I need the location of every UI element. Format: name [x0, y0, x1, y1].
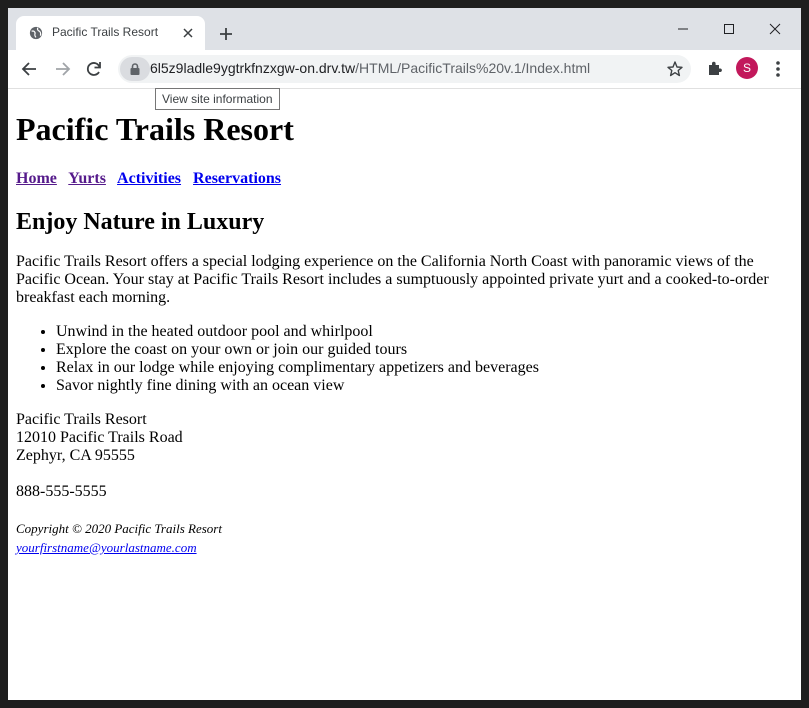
list-item: Explore the coast on your own or join ou… — [56, 341, 793, 359]
page-title: Pacific Trails Resort — [16, 111, 294, 147]
tab-strip: Pacific Trails Resort — [8, 8, 801, 50]
lock-icon — [130, 63, 140, 75]
globe-icon — [29, 26, 43, 40]
list-item: Savor nightly fine dining with an ocean … — [56, 377, 793, 395]
profile-avatar[interactable]: S — [736, 57, 758, 79]
site-nav: Home Yurts Activities Reservations — [16, 170, 793, 188]
address-bar[interactable]: 6l5z9ladle9ygtrkfnzxgw-on.drv.tw/HTML/Pa… — [118, 55, 691, 83]
email-link[interactable]: yourfirstname@yourlastname.com — [16, 540, 197, 555]
address-city: Zephyr, CA 95555 — [16, 447, 135, 464]
close-icon[interactable] — [182, 27, 194, 39]
reload-icon[interactable] — [84, 59, 104, 79]
new-tab-icon[interactable] — [217, 25, 235, 43]
nav-link-yurts[interactable]: Yurts — [68, 170, 106, 187]
url-host: 6l5z9ladle9ygtrkfnzxgw-on.drv.tw — [150, 60, 356, 76]
url-path: /HTML/PacificTrails%20v.1/Index.html — [355, 60, 591, 76]
feature-list: Unwind in the heated outdoor pool and wh… — [16, 323, 793, 395]
bookmark-star-icon[interactable] — [666, 60, 684, 78]
intro-paragraph: Pacific Trails Resort offers a special l… — [16, 253, 769, 306]
nav-link-reservations[interactable]: Reservations — [193, 170, 281, 187]
site-info-button[interactable] — [120, 57, 150, 81]
browser-tab[interactable]: Pacific Trails Resort — [16, 16, 205, 50]
browser-toolbar: 6l5z9ladle9ygtrkfnzxgw-on.drv.tw/HTML/Pa… — [8, 50, 801, 89]
page-footer: Copyright © 2020 Pacific Trails Resort y… — [16, 519, 793, 557]
back-arrow-icon[interactable] — [20, 59, 40, 79]
copyright-text: Copyright © 2020 Pacific Trails Resort — [16, 521, 222, 536]
address-name: Pacific Trails Resort — [16, 411, 147, 428]
nav-link-home[interactable]: Home — [16, 170, 57, 187]
web-page: Pacific Trails Resort Home Yurts Activit… — [8, 89, 801, 700]
list-item: Relax in our lodge while enjoying compli… — [56, 359, 793, 377]
phone-number: 888-555-5555 — [16, 483, 107, 500]
nav-link-activities[interactable]: Activities — [117, 170, 181, 187]
list-item: Unwind in the heated outdoor pool and wh… — [56, 323, 793, 341]
address-street: 12010 Pacific Trails Road — [16, 429, 183, 446]
browser-window: Pacific Trails Resort 6l5z9ladle9ygtrkfn… — [8, 8, 801, 700]
tab-title: Pacific Trails Resort — [52, 25, 159, 39]
site-info-tooltip: View site information — [155, 88, 280, 110]
address-block: Pacific Trails Resort 12010 Pacific Trai… — [16, 411, 793, 465]
extensions-puzzle-icon[interactable] — [706, 59, 724, 77]
forward-arrow-icon[interactable] — [52, 59, 72, 79]
maximize-icon[interactable] — [706, 14, 752, 44]
section-heading: Enjoy Nature in Luxury — [16, 209, 265, 235]
minimize-icon[interactable] — [660, 14, 706, 44]
more-menu-icon[interactable] — [774, 59, 782, 79]
url-text[interactable]: 6l5z9ladle9ygtrkfnzxgw-on.drv.tw/HTML/Pa… — [150, 60, 590, 76]
window-close-icon[interactable] — [752, 14, 798, 44]
